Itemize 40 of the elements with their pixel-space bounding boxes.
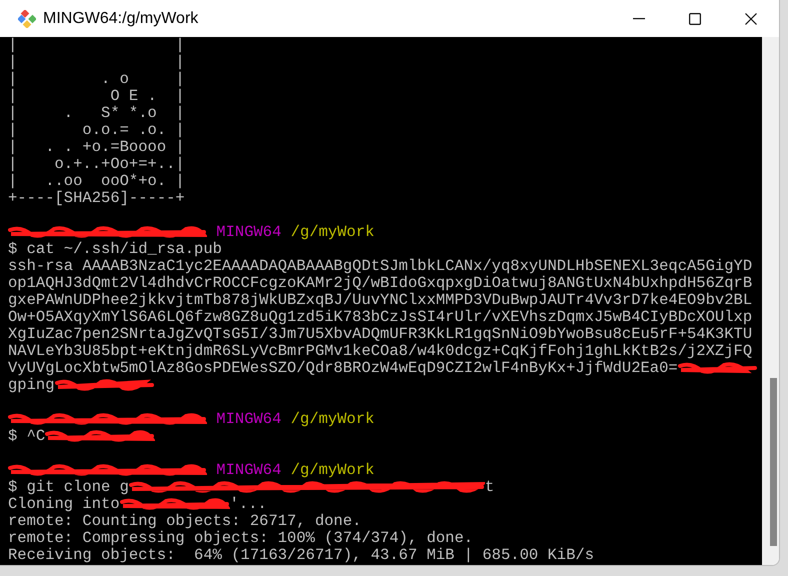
terminal-text: | . . +o.=Boooo | bbox=[8, 139, 185, 156]
app-icon bbox=[18, 10, 36, 28]
terminal-text: remote: Compressing objects: 100% (374/374), done. bbox=[8, 530, 474, 547]
terminal-text: | o.+..+Oo+=+..| bbox=[8, 156, 185, 173]
terminal-text: /g/myWork bbox=[290, 462, 374, 479]
close-icon bbox=[745, 12, 757, 24]
scrollbar-thumb[interactable] bbox=[770, 378, 777, 546]
terminal-text: /g/myWork bbox=[290, 411, 374, 428]
scrollbar[interactable] bbox=[762, 37, 779, 565]
terminal-text: MINGW64 bbox=[215, 462, 282, 479]
terminal-text: Receiving objects: 64% (17163/26717), 43.67 MiB | 685.00 KiB/s bbox=[8, 547, 594, 564]
terminal-text: $ git clone g bbox=[8, 479, 129, 496]
terminal-text: MINGW64 bbox=[215, 224, 282, 241]
terminal-text: t bbox=[484, 479, 494, 496]
window-title: MINGW64:/g/myWork bbox=[43, 8, 198, 28]
minimize-icon bbox=[633, 18, 645, 20]
terminal-text: Cloning into bbox=[8, 496, 120, 513]
terminal-text: op1AQHJ3dQmt2Vl4dhdvCrROCCFcgzoKAMr2jQ/wBIdoGxqpxgDiOatwuj8ANGtUxN4bUxhpdH56ZqrB bbox=[8, 275, 752, 292]
terminal-text: gping bbox=[8, 377, 55, 394]
terminal-text: | . S* *.o | bbox=[8, 105, 185, 122]
terminal-text: NAVLeYb3U85bpt+eKtnjdmR6SLyVcBmrPGMv1keCOa8/w4k0dcgz+CqKjfFohj1ghLkKtB2s/j2XZjFQ bbox=[8, 343, 752, 360]
terminal-text: remote: Counting objects: 26717, done. bbox=[8, 513, 362, 530]
maximize-icon bbox=[689, 12, 701, 24]
terminal-text: Ow+O5AXqyXmYlS6A6LQ6fzw8GZ8uQg1zd5iK783bCzJsSI4rUlr/vXEVhszDqmxJ5wB4CIyBDcXOUlxp bbox=[8, 309, 752, 326]
terminal-text: VyUVgLocXbtw5mOlAz8GosPDEWesSZO/Qdr8BROzW4wEqD9CZI2wlF4nByKx+JjfWdU2Ea0= bbox=[8, 360, 678, 377]
terminal-text: | . o | bbox=[8, 71, 185, 88]
terminal-text: gxePAWnUDPhee2jkkvjtmTb878jWkUBZxqBJ/UuvYNClxxMMPD3VDuBwpJAUTr4Vv3rD7ke4EO9bv2BL bbox=[8, 292, 752, 309]
terminal-text: $ cat ~/.ssh/id_rsa.pub bbox=[8, 241, 222, 258]
terminal-text: ssh-rsa AAAAB3NzaC1yc2EAAAADAQABAAABgQDtSJmlbkLCANx/yq8xyUNDLHbSENEXL3eqcA5GigYD bbox=[8, 258, 752, 275]
terminal-text: | O E . | bbox=[8, 88, 185, 105]
terminal-text: XgIuZac7pen2SNrtaJgZvQTsG5I/3Jm7U5XbvADQmUFR3KkLR1gqSnNiO9bYwoBsu8cEu5rF+54K3KTU bbox=[8, 326, 752, 343]
terminal-text: $ ^C bbox=[8, 428, 46, 445]
terminal-text: '... bbox=[230, 496, 267, 513]
terminal-text: +----[SHA256]-----+ bbox=[8, 190, 185, 207]
terminal-text: MINGW64 bbox=[215, 411, 282, 428]
terminal-text: | ..oo ooO*+o. | bbox=[8, 173, 185, 190]
terminal-text: | | bbox=[8, 54, 185, 71]
terminal-text: | | bbox=[8, 37, 185, 54]
terminal-text: | o.o.= .o. | bbox=[8, 122, 185, 139]
terminal-text: /g/myWork bbox=[290, 224, 374, 241]
